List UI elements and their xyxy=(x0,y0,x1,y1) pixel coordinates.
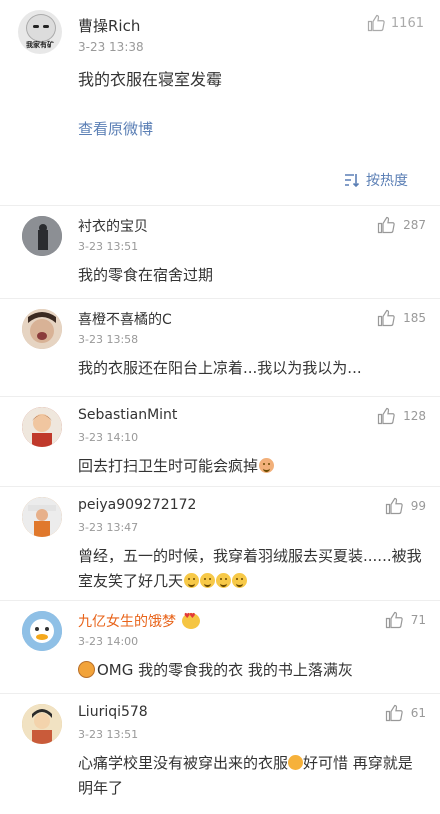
commenter-name[interactable]: Liuriqi578 xyxy=(78,704,148,720)
comment-item: 九亿女生的饿梦 3-23 14:00 71 OMG 我的零食我的衣 我的书上落满… xyxy=(0,600,440,693)
comment-list: 衬衣的宝贝 3-23 13:51 287 我的零食在宿舍过期 喜橙不喜橘的C 3… xyxy=(0,205,440,814)
comment-like-count: 128 xyxy=(403,409,426,423)
view-original-link[interactable]: 查看原微博 xyxy=(78,118,153,139)
comment-text-body: 心痛学校里没有被穿出来的衣服 xyxy=(78,754,289,772)
commenter-avatar[interactable] xyxy=(22,309,62,349)
comment-like-count: 99 xyxy=(410,499,426,513)
comment-like-count: 185 xyxy=(403,311,426,325)
meme-face-icon xyxy=(26,14,56,42)
thumbs-up-icon xyxy=(377,216,395,234)
comment-item: peiya909272172 3-23 13:47 99 曾经，五一的时候，我穿… xyxy=(0,486,440,600)
commenter-name[interactable]: peiya909272172 xyxy=(78,497,196,513)
commenter-avatar[interactable] xyxy=(22,704,62,744)
comment-text: 我的衣服还在阳台上凉着...我以为我以为... xyxy=(78,359,362,377)
comment-like-count: 61 xyxy=(410,706,426,720)
comment-item: 喜橙不喜橘的C 3-23 13:58 185 我的衣服还在阳台上凉着...我以为… xyxy=(0,298,440,396)
comment-text: 曾经，五一的时候，我穿着羽绒服去买夏装......被我室友笑了好几天 xyxy=(78,544,424,594)
thumbs-up-icon xyxy=(385,611,403,629)
laugh-cry-emoji-icon xyxy=(184,573,200,588)
comment-like-button[interactable]: 128 xyxy=(377,407,426,425)
comment-text: 我的零食在宿舍过期 xyxy=(78,266,214,284)
comment-text: 心痛学校里没有被穿出来的衣服 好可惜 再穿就是明年了 xyxy=(78,751,424,801)
comment-like-button[interactable]: 99 xyxy=(385,497,426,515)
comment-text: 回去打扫卫生时可能会疯掉 xyxy=(78,454,424,479)
comment-time: 3-23 13:58 xyxy=(78,333,139,346)
sort-label: 按热度 xyxy=(366,173,408,189)
laugh-cry-emoji-icon xyxy=(232,573,248,588)
commenter-avatar[interactable] xyxy=(22,216,62,256)
comment-like-button[interactable]: 61 xyxy=(385,704,426,722)
original-post: 我家有矿 曹操Rich 3-23 13:38 1161 我的衣服在寝室发霉 查看… xyxy=(0,0,440,154)
commenter-avatar[interactable] xyxy=(22,611,62,651)
thumbs-up-icon xyxy=(377,407,395,425)
avatar-caption: 我家有矿 xyxy=(26,41,54,49)
sort-by-hot-button[interactable]: 按热度 xyxy=(344,170,408,190)
thumbs-up-icon xyxy=(367,14,385,32)
commenter-name[interactable]: 喜橙不喜橘的C xyxy=(78,309,172,329)
laugh-cry-emoji-icon xyxy=(200,573,216,588)
post-like-count: 1161 xyxy=(390,15,424,31)
upside-down-face-emoji-icon xyxy=(288,755,304,770)
post-content: 我的衣服在寝室发霉 xyxy=(78,70,223,89)
author-avatar[interactable]: 我家有矿 xyxy=(18,10,62,54)
comment-item: Liuriqi578 3-23 13:51 61 心痛学校里没有被穿出来的衣服好… xyxy=(0,693,440,814)
post-like-button[interactable]: 1161 xyxy=(367,14,424,32)
post-time: 3-23 13:38 xyxy=(78,40,144,54)
sort-bar: 按热度 xyxy=(0,154,440,205)
comment-time: 3-23 13:51 xyxy=(78,728,139,741)
commenter-name-text: 九亿女生的饿梦 xyxy=(78,614,176,630)
commenter-name[interactable]: 九亿女生的饿梦 xyxy=(78,611,200,631)
comment-like-button[interactable]: 71 xyxy=(385,611,426,629)
laugh-cry-emoji-icon xyxy=(216,573,232,588)
comment-like-button[interactable]: 287 xyxy=(377,216,426,234)
sort-icon xyxy=(345,174,360,187)
comment-like-button[interactable]: 185 xyxy=(377,309,426,327)
comment-item: SebastianMint 3-23 14:10 128 回去打扫卫生时可能会疯… xyxy=(0,396,440,486)
thumbs-up-icon xyxy=(385,704,403,722)
comment-item: 衬衣的宝贝 3-23 13:51 287 我的零食在宿舍过期 xyxy=(0,205,440,298)
tiger-emoji-icon xyxy=(78,661,95,678)
commenter-avatar[interactable] xyxy=(22,407,62,447)
commenter-avatar[interactable] xyxy=(22,497,62,537)
post-author[interactable]: 曹操Rich xyxy=(78,15,140,36)
comment-time: 3-23 14:10 xyxy=(78,431,139,444)
comment-text-body: 曾经，五一的时候，我穿着羽绒服去买夏装......被我室友笑了好几天 xyxy=(78,547,422,590)
comment-like-count: 71 xyxy=(410,613,426,627)
commenter-name[interactable]: SebastianMint xyxy=(78,407,177,423)
comment-time: 3-23 14:00 xyxy=(78,635,139,648)
commenter-name[interactable]: 衬衣的宝贝 xyxy=(78,216,148,236)
comment-text-body: 回去打扫卫生时可能会疯掉 xyxy=(78,457,259,475)
comment-text-body: OMG 我的零食我的衣 我的书上落满灰 xyxy=(97,661,353,679)
comment-text: OMG 我的零食我的衣 我的书上落满灰 xyxy=(78,658,424,683)
heart-eyes-emoji-icon xyxy=(182,612,200,629)
thumbs-up-icon xyxy=(377,309,395,327)
thumbs-up-icon xyxy=(385,497,403,515)
comment-time: 3-23 13:47 xyxy=(78,521,139,534)
comment-time: 3-23 13:51 xyxy=(78,240,139,253)
comment-like-count: 287 xyxy=(403,218,426,232)
sweat-smile-emoji-icon xyxy=(259,458,275,473)
